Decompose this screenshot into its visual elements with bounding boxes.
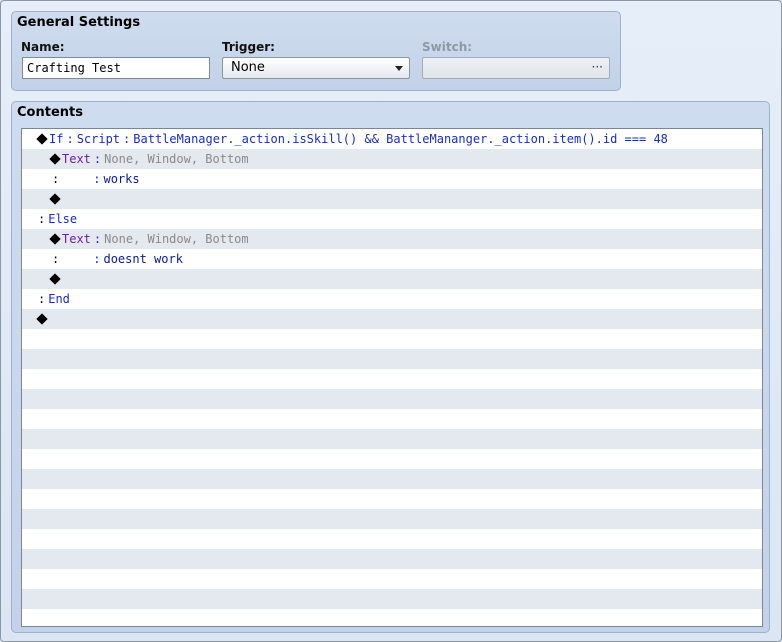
text-command: Text — [62, 152, 91, 166]
else-keyword: Else — [48, 212, 78, 226]
separator: : — [123, 132, 131, 146]
blank-row — [22, 389, 762, 409]
continuation-colon: : — [93, 252, 101, 266]
blank-row — [22, 409, 762, 429]
switch-label: Switch: — [422, 40, 473, 54]
event-editor-window: General Settings Name: Crafting Test Tri… — [0, 0, 782, 642]
command-row-empty[interactable] — [22, 269, 762, 289]
blank-row — [22, 429, 762, 449]
diamond-icon — [49, 273, 61, 285]
blank-row — [22, 329, 762, 349]
general-settings-panel: General Settings Name: Crafting Test Tri… — [11, 11, 621, 91]
diamond-icon — [36, 313, 48, 325]
command-row-text-body[interactable]: :: doesnt work — [22, 249, 762, 269]
diamond-icon — [49, 233, 61, 245]
text-params: None, Window, Bottom — [104, 152, 249, 166]
blank-row — [22, 529, 762, 549]
script-expression: BattleManager._action.isSkill() && Battl… — [133, 132, 668, 146]
trigger-label: Trigger: — [222, 40, 275, 54]
blank-row — [22, 549, 762, 569]
script-label: Script — [76, 132, 121, 146]
name-field[interactable]: Crafting Test — [22, 57, 210, 79]
blank-row — [22, 369, 762, 389]
command-row-text-body[interactable]: :: works — [22, 169, 762, 189]
blank-row — [22, 569, 762, 589]
switch-selector[interactable]: ··· — [422, 57, 610, 79]
command-row-end[interactable]: : End — [22, 289, 762, 309]
separator: : — [66, 132, 74, 146]
blank-row — [22, 349, 762, 369]
text-params: None, Window, Bottom — [104, 232, 249, 246]
text-command: Text — [62, 232, 91, 246]
separator: : — [93, 232, 102, 246]
ellipsis-icon: ··· — [591, 60, 603, 74]
command-row-empty[interactable] — [22, 189, 762, 209]
command-row-if[interactable]: If: Script: BattleManager._action.isSkill(… — [22, 129, 762, 149]
end-keyword: End — [48, 292, 70, 306]
diamond-icon — [36, 133, 48, 145]
blank-row — [22, 509, 762, 529]
diamond-icon — [49, 193, 61, 205]
message-text: works — [103, 172, 140, 186]
blank-row — [22, 589, 762, 609]
message-text: doesnt work — [103, 252, 183, 266]
trigger-value: None — [231, 60, 265, 75]
general-settings-title: General Settings — [17, 15, 141, 30]
separator: : — [93, 152, 102, 166]
continuation-colon: : — [93, 172, 101, 186]
blank-row — [22, 489, 762, 509]
blank-row — [22, 609, 762, 626]
command-row-empty[interactable] — [22, 309, 762, 329]
chevron-down-icon — [395, 66, 403, 71]
event-command-list[interactable]: If: Script: BattleManager._action.isSkill(… — [21, 128, 763, 627]
command-row-else[interactable]: : Else — [22, 209, 762, 229]
command-row-text[interactable]: Text: None, Window, Bottom — [22, 229, 762, 249]
contents-title: Contents — [17, 105, 83, 120]
continuation-colon: : — [38, 292, 46, 306]
blank-row — [22, 449, 762, 469]
blank-row — [22, 469, 762, 489]
trigger-select[interactable]: None — [222, 57, 410, 79]
diamond-icon — [49, 153, 61, 165]
command-row-text[interactable]: Text: None, Window, Bottom — [22, 149, 762, 169]
name-label: Name: — [21, 40, 65, 54]
continuation-colon: : — [38, 212, 46, 226]
if-keyword: If — [49, 132, 64, 146]
